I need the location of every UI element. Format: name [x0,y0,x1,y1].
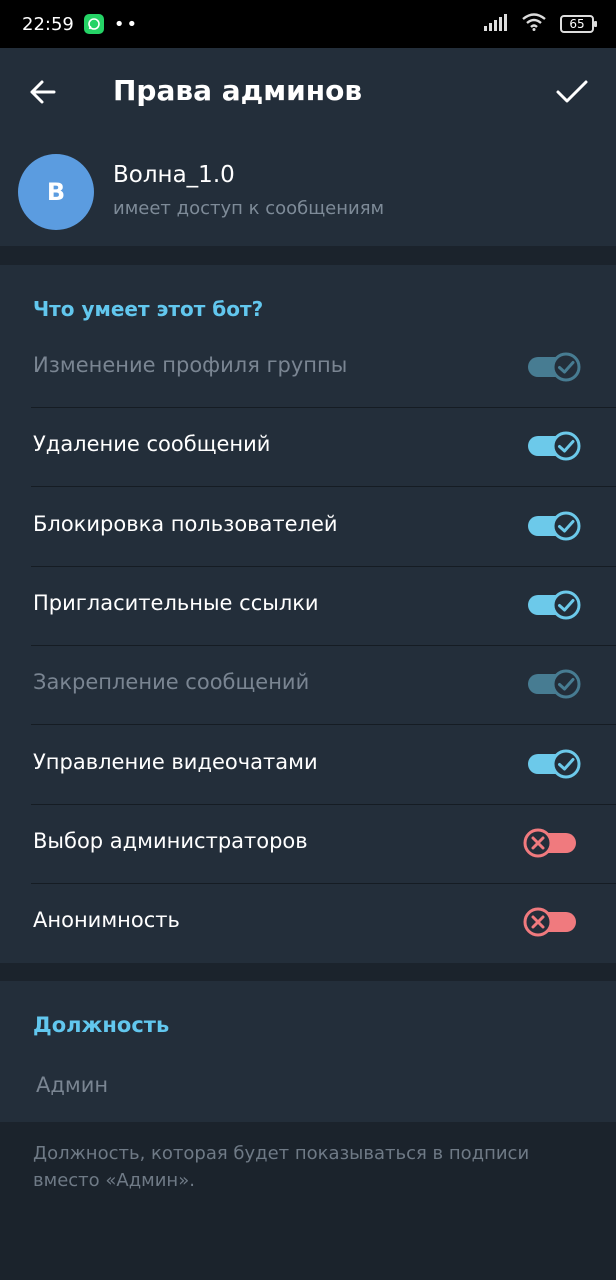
permission-toggle[interactable] [520,585,586,625]
bot-status: имеет доступ к сообщениям [113,198,385,219]
permission-row: Изменение профиля группы [0,329,616,408]
more-notifications-icon: •• [113,13,140,35]
save-button[interactable] [552,74,592,110]
permission-label: Блокировка пользователей [33,511,338,536]
permission-toggle[interactable] [520,426,586,466]
status-time: 22:59 [22,13,74,35]
bot-name: Волна_1.0 [113,162,235,188]
permission-label: Изменение профиля группы [33,353,348,377]
permission-row[interactable]: Блокировка пользователей [0,488,616,567]
avatar: В [18,154,94,230]
permission-row[interactable]: Управление видеочатами [0,726,616,805]
page-title: Права админов [113,74,363,107]
rank-hint: Должность, которая будет показываться в … [33,1143,530,1191]
whatsapp-notification-icon [83,14,104,34]
toggle-on-check-icon [528,590,581,620]
arrow-left-icon [30,80,56,104]
battery-level: 65 [569,17,585,31]
permission-label: Выбор администраторов [33,828,308,853]
permission-row[interactable]: Пригласительные ссылки [0,567,616,646]
status-bar: 22:59 •• 65 [0,0,616,48]
permission-toggle[interactable] [520,902,586,942]
permission-label: Удаление сообщений [33,432,271,457]
app-bar: Права админов [0,48,616,136]
toggle-on-check-icon [528,352,581,382]
permissions-header: Что умеет этот бот? [33,297,264,321]
permission-toggle [520,347,586,387]
permission-row: Закрепление сообщений [0,646,616,726]
permission-label: Пригласительные ссылки [33,590,319,615]
permission-toggle[interactable] [520,506,586,546]
rank-input[interactable] [36,1069,576,1101]
toggle-on-check-icon [528,511,581,541]
battery-icon: 65 [560,15,597,33]
rank-header: Должность [33,1013,170,1037]
permission-row[interactable]: Удаление сообщений [0,408,616,488]
bot-profile[interactable]: В Волна_1.0 имеет доступ к сообщениям [0,136,616,246]
wifi-icon [522,13,546,35]
permission-label: Закрепление сообщений [33,670,310,695]
permission-toggle [520,664,586,704]
permission-toggle[interactable] [520,823,586,863]
permission-label: Анонимность [33,908,180,933]
section-gap [0,246,616,265]
permission-row[interactable]: Выбор администраторов [0,805,616,884]
permissions-section: Что умеет этот бот? Изменение профиля гр… [0,265,616,963]
signal-icon [484,13,508,35]
toggle-off-cross-icon [523,907,576,937]
permission-label: Управление видеочатами [33,749,318,774]
rank-section: Должность [0,981,616,1122]
back-button[interactable] [24,74,64,110]
toggle-on-check-icon [528,749,581,778]
toggle-off-cross-icon [523,828,576,858]
checkmark-icon [556,80,588,103]
section-gap [0,963,616,981]
permission-toggle[interactable] [520,744,586,784]
permission-row[interactable]: Анонимность [0,884,616,963]
toggle-on-check-icon [528,431,581,461]
toggle-on-check-icon [528,669,581,699]
